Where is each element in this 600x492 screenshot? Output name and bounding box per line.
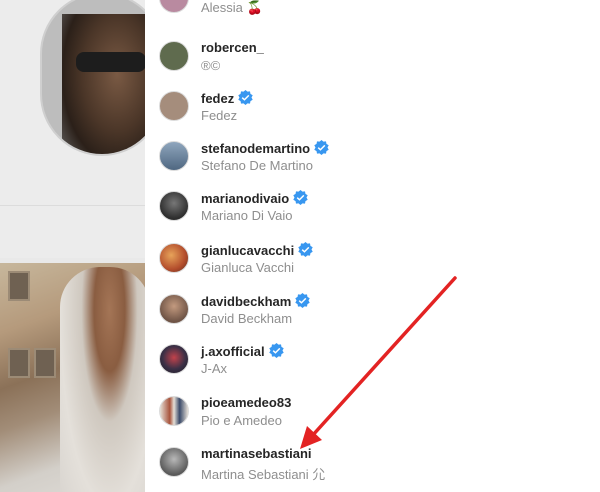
avatar[interactable] bbox=[159, 0, 189, 13]
verified-badge-icon bbox=[295, 293, 311, 308]
avatar[interactable] bbox=[159, 294, 189, 324]
full-name: David Beckham bbox=[201, 311, 293, 326]
username-link[interactable]: davidbeckham bbox=[201, 293, 311, 309]
full-name: J-Ax bbox=[201, 361, 227, 376]
list-item[interactable]: j.axofficial J-Ax bbox=[145, 335, 600, 385]
background-post-photo bbox=[0, 263, 145, 492]
avatar[interactable] bbox=[159, 447, 189, 477]
username-link[interactable]: robercen_ bbox=[201, 40, 264, 55]
avatar[interactable] bbox=[159, 243, 189, 273]
list-item[interactable]: gianlucavacchi Gianluca Vacchi bbox=[145, 234, 600, 284]
avatar[interactable] bbox=[159, 344, 189, 374]
username-link[interactable]: marianodivaio bbox=[201, 190, 308, 206]
list-item[interactable]: martinasebastiani Martina Sebastiani ⺏ bbox=[145, 438, 600, 488]
list-item[interactable]: Alessia 🍒 bbox=[145, 0, 600, 24]
full-name: Stefano De Martino bbox=[201, 158, 314, 173]
list-item[interactable]: pioeamedeo83 Pio e Amedeo bbox=[145, 387, 600, 437]
username-link[interactable]: pioeamedeo83 bbox=[201, 395, 291, 410]
avatar[interactable] bbox=[159, 396, 189, 426]
background-divider bbox=[0, 205, 145, 206]
avatar[interactable] bbox=[159, 141, 189, 171]
full-name: ®© bbox=[201, 58, 221, 73]
verified-badge-icon bbox=[238, 90, 253, 105]
username-link[interactable]: j.axofficial bbox=[201, 343, 284, 359]
username-link[interactable]: gianlucavacchi bbox=[201, 242, 313, 258]
screen: Alessia 🍒 robercen_ ®© fedez Fedez stefa… bbox=[0, 0, 600, 492]
verified-badge-icon bbox=[298, 242, 313, 257]
full-name: Gianluca Vacchi bbox=[201, 260, 294, 275]
username-link[interactable]: martinasebastiani bbox=[201, 446, 312, 461]
avatar[interactable] bbox=[159, 191, 189, 221]
full-name: Mariano Di Vaio bbox=[201, 208, 293, 223]
full-name: Alessia 🍒 bbox=[201, 0, 263, 15]
list-item[interactable]: fedez Fedez bbox=[145, 82, 600, 132]
list-item[interactable]: marianodivaio Mariano Di Vaio bbox=[145, 182, 600, 232]
avatar[interactable] bbox=[159, 91, 189, 121]
verified-badge-icon bbox=[314, 140, 329, 155]
list-item[interactable]: robercen_ ®© bbox=[145, 32, 600, 82]
username-link[interactable]: fedez bbox=[201, 90, 253, 106]
avatar[interactable] bbox=[159, 41, 189, 71]
full-name: Fedez bbox=[201, 108, 238, 123]
following-list[interactable]: Alessia 🍒 robercen_ ®© fedez Fedez stefa… bbox=[145, 0, 600, 492]
username-link[interactable]: stefanodemartino bbox=[201, 140, 329, 156]
full-name: Pio e Amedeo bbox=[201, 413, 282, 428]
list-item[interactable]: stefanodemartino Stefano De Martino bbox=[145, 132, 600, 182]
verified-badge-icon bbox=[293, 190, 308, 205]
list-item[interactable]: davidbeckham David Beckham bbox=[145, 285, 600, 335]
full-name: Martina Sebastiani ⺏ bbox=[201, 467, 326, 482]
verified-badge-icon bbox=[268, 343, 284, 358]
